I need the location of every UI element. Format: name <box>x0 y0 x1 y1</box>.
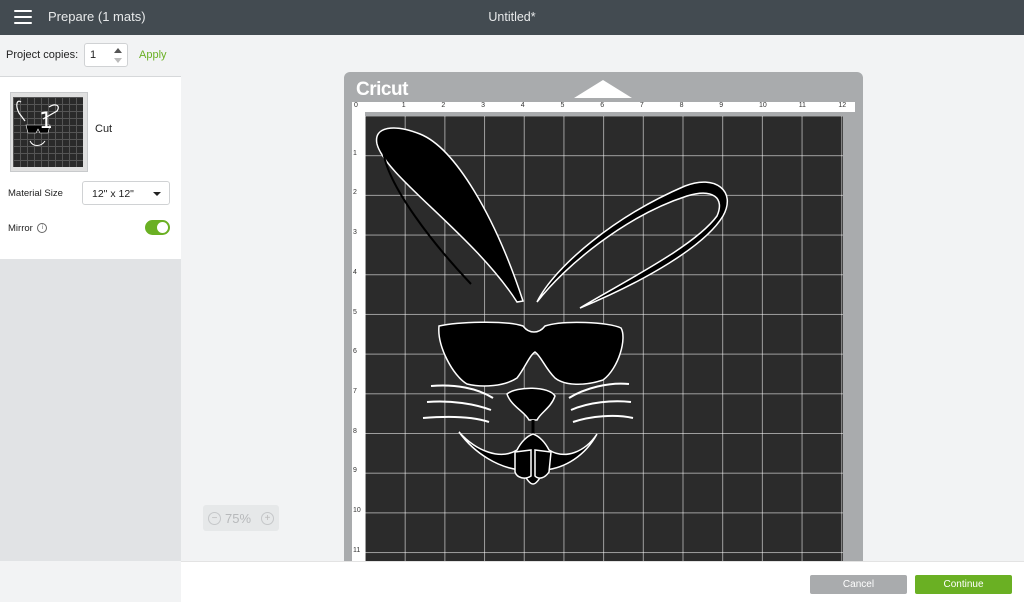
ruler-top-label: 9 <box>719 102 724 109</box>
material-size-label: Material Size <box>8 188 63 199</box>
ruler-top-label: 10 <box>759 102 767 109</box>
ruler-left-label: 6 <box>353 348 357 356</box>
info-icon[interactable]: i <box>37 223 48 234</box>
project-copies-row: Project copies: 1 Apply <box>0 35 181 77</box>
cut-label: Cut <box>95 123 113 135</box>
zoom-in-icon[interactable]: + <box>261 512 274 525</box>
left-panel: Project copies: 1 Apply 1 Cut Material S… <box>0 35 181 561</box>
cricut-logo: Cricut <box>356 79 408 100</box>
decrement-icon[interactable] <box>114 58 122 63</box>
project-copies-label: Project copies: <box>6 49 79 61</box>
ruler-left-label: 9 <box>353 467 357 475</box>
zoom-out-icon[interactable]: − <box>208 512 221 525</box>
ruler-left: 1 2 3 4 5 6 7 8 9 10 11 <box>352 112 365 561</box>
ruler-left-label: 8 <box>353 427 357 435</box>
zoom-control: − 75% + <box>203 505 279 531</box>
toggle-knob <box>157 222 168 233</box>
ruler-left-label: 11 <box>353 546 361 554</box>
ruler-top-label: 7 <box>639 102 644 109</box>
mat-grid[interactable] <box>365 116 843 561</box>
continue-button[interactable]: Continue <box>915 575 1012 594</box>
zoom-level: 75% <box>225 511 252 526</box>
bottom-bar: Cancel Continue <box>181 561 1024 602</box>
ruler-top-label: 2 <box>441 102 446 109</box>
bottom-left-area <box>0 561 181 601</box>
ruler-top-label: 4 <box>520 102 525 109</box>
ruler-top-label: 5 <box>560 102 565 109</box>
ruler-top: 0 1 2 3 4 5 6 7 8 9 10 11 12 <box>352 102 855 112</box>
ruler-top-label: 11 <box>798 102 806 109</box>
increment-icon[interactable] <box>114 48 122 53</box>
top-bar: Prepare (1 mats) Untitled* <box>0 0 1024 35</box>
mat-thumbnail[interactable]: 1 <box>10 92 88 172</box>
mode-title: Prepare (1 mats) <box>48 9 146 24</box>
ruler-left-label: 10 <box>353 507 361 514</box>
mirror-label-text: Mirror <box>8 223 33 234</box>
cancel-button[interactable]: Cancel <box>810 575 907 594</box>
ruler-top-label: 12 <box>838 102 847 109</box>
material-size-select[interactable]: 12" x 12" <box>82 181 170 205</box>
ruler-left-label: 7 <box>353 387 357 395</box>
document-title: Untitled* <box>488 10 536 24</box>
ruler-left-label: 4 <box>353 268 357 276</box>
ruler-left-label: 5 <box>353 308 357 316</box>
cutting-mat: Cricut 0 1 2 3 4 5 6 7 8 9 10 11 12 1 2 3 4 5 6 7 8 9 10 11 <box>344 72 863 561</box>
hamburger-icon[interactable] <box>14 10 32 24</box>
material-size-value: 12" x 12" <box>92 188 134 200</box>
project-copies-value[interactable]: 1 <box>90 49 96 61</box>
ruler-left-label: 1 <box>353 149 357 157</box>
mirror-label: Mirror i <box>8 223 48 234</box>
mirror-toggle[interactable] <box>145 220 170 235</box>
project-copies-input[interactable]: 1 <box>84 43 128 67</box>
ruler-top-label: 1 <box>401 102 406 109</box>
ruler-top-label: 8 <box>679 102 684 109</box>
ruler-top-label: 3 <box>481 102 485 109</box>
apply-button[interactable]: Apply <box>139 49 167 61</box>
chevron-down-icon <box>153 192 161 196</box>
bunny-sunglasses-design[interactable] <box>365 116 843 561</box>
ruler-left-label: 2 <box>353 189 357 197</box>
mat-settings-panel: 1 Cut Material Size 12" x 12" Mirror i <box>0 77 181 259</box>
ruler-left-label: 3 <box>353 229 357 237</box>
ruler-top-label: 0 <box>354 102 358 109</box>
ruler-top-label: 6 <box>600 102 605 109</box>
mat-tab <box>574 80 632 98</box>
mat-number: 1 <box>39 109 53 134</box>
